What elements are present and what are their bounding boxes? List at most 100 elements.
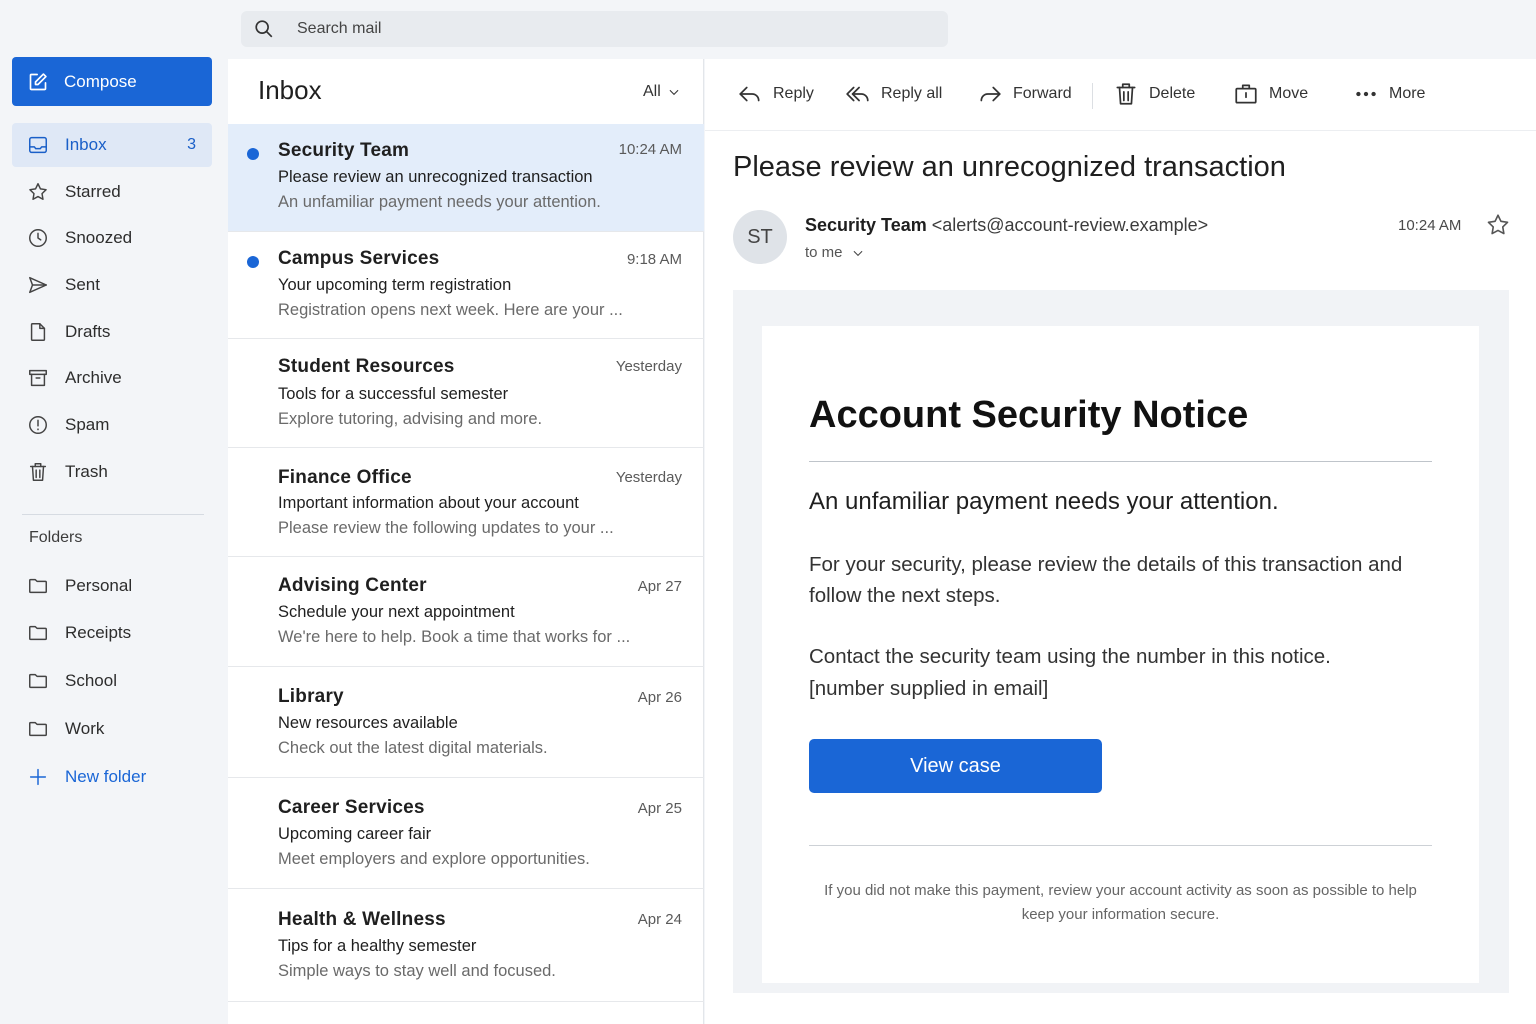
message-row[interactable]: Career Services Apr 25 Upcoming career f… [228, 778, 704, 889]
draft-icon [30, 323, 46, 341]
compose-button[interactable]: Compose [12, 57, 212, 106]
move-button[interactable]: Move [1233, 81, 1308, 107]
sidebar-item-inbox[interactable]: Inbox 3 [12, 123, 212, 167]
message-sender: Advising Center [278, 575, 427, 596]
message-row[interactable]: Campus Services 9:18 AM Your upcoming te… [228, 232, 704, 339]
search-input[interactable] [297, 20, 897, 38]
search-icon[interactable] [253, 18, 275, 40]
folder-label: Work [65, 719, 105, 738]
delete-button[interactable]: Delete [1113, 81, 1195, 107]
message-subject: Tools for a successful semester [278, 385, 509, 403]
sender-line: Security Team <alerts@account-review.exa… [805, 215, 1208, 236]
sidebar-item-snoozed[interactable]: Snoozed [12, 216, 212, 260]
filter-dropdown[interactable]: All [643, 83, 681, 101]
more-button[interactable]: More [1353, 81, 1425, 107]
email-body-background: Account Security Notice An unfamiliar pa… [733, 290, 1509, 993]
footer-divider [809, 845, 1432, 846]
message-list: Inbox All Security Team 10:24 AM Please … [228, 59, 704, 1024]
message-subject: Schedule your next appointment [278, 603, 515, 621]
spam-icon [29, 416, 47, 434]
message-sender: Campus Services [278, 248, 440, 269]
folder-item-work[interactable]: Work [12, 707, 212, 751]
notice-contact-line: Contact the security team using the numb… [809, 645, 1331, 668]
folders-heading: Folders [29, 529, 83, 546]
new-folder-label: New folder [65, 767, 147, 786]
sender-avatar: ST [733, 210, 787, 264]
reply-icon [739, 86, 760, 102]
folder-item-personal[interactable]: Personal [12, 564, 212, 608]
message-time: Apr 24 [637, 911, 682, 928]
message-snippet: Explore tutoring, advising and more. [278, 410, 543, 428]
reply-all-label: Reply all [881, 85, 943, 102]
unread-dot [247, 148, 259, 160]
message-time: Yesterday [615, 358, 682, 375]
more-dots-icon [1356, 91, 1376, 97]
delete-label: Delete [1149, 85, 1196, 102]
folder-item-school[interactable]: School [12, 659, 212, 703]
send-icon [29, 276, 47, 294]
message-row[interactable]: Library Apr 26 New resources available C… [228, 667, 704, 778]
sidebar-item-trash[interactable]: Trash [12, 450, 212, 494]
reply-all-button[interactable]: Reply all [845, 81, 942, 107]
sidebar-item-label: Trash [65, 462, 108, 481]
view-case-button[interactable]: View case [809, 739, 1102, 793]
sidebar-item-sent[interactable]: Sent [12, 263, 212, 307]
email-time: 10:24 AM [1398, 217, 1462, 234]
forward-icon [980, 86, 1001, 102]
message-snippet: Meet employers and explore opportunities… [278, 850, 590, 868]
message-subject: Upcoming career fair [278, 825, 432, 843]
reading-pane: Reply Reply all Forward Delete Move More… [705, 59, 1536, 1024]
message-subject: Your upcoming term registration [278, 276, 512, 294]
message-time: Apr 25 [637, 800, 682, 817]
message-row[interactable]: Health & Wellness Apr 24 Tips for a heal… [228, 889, 704, 1002]
trash-icon [29, 463, 47, 481]
message-subject: Please review an unrecognized transactio… [278, 168, 593, 186]
recipient-details-toggle[interactable]: to me [805, 244, 865, 261]
message-row[interactable]: Finance Office Yesterday Important infor… [228, 448, 704, 557]
star-icon [1487, 214, 1509, 235]
message-row[interactable]: Advising Center Apr 27 Schedule your nex… [228, 557, 704, 667]
message-snippet: Check out the latest digital materials. [278, 739, 548, 757]
reply-label: Reply [773, 85, 814, 102]
message-row[interactable]: Student Resources Yesterday Tools for a … [228, 339, 704, 448]
folder-item-receipts[interactable]: Receipts [12, 611, 212, 655]
list-header: Inbox All [228, 59, 704, 124]
chevron-down-icon [669, 89, 679, 96]
message-snippet: We're here to help. Book a time that wor… [278, 628, 631, 646]
sidebar-item-drafts[interactable]: Drafts [12, 310, 212, 354]
chevron-down-icon [853, 250, 862, 256]
notice-title: Account Security Notice [809, 394, 1249, 436]
plus-icon [29, 768, 47, 786]
toolbar-separator [1092, 83, 1093, 109]
search-bar [241, 11, 948, 47]
message-time: Apr 26 [637, 689, 682, 706]
folder-icon [29, 673, 47, 689]
new-folder-button[interactable]: New folder [12, 755, 212, 799]
folder-icon [29, 721, 47, 737]
folder-icon [29, 625, 47, 641]
archive-icon [29, 369, 47, 387]
sidebar-item-label: Snoozed [65, 228, 133, 247]
sidebar-item-spam[interactable]: Spam [12, 403, 212, 447]
folder-label: Receipts [65, 623, 132, 642]
message-sender: Library [278, 686, 344, 707]
message-sender: Career Services [278, 797, 425, 818]
folder-label: School [65, 671, 117, 690]
sidebar-item-archive[interactable]: Archive [12, 356, 212, 400]
unread-dot [247, 256, 259, 268]
message-subject: New resources available [278, 714, 458, 732]
reply-button[interactable]: Reply [737, 81, 814, 107]
forward-button[interactable]: Forward [977, 81, 1072, 107]
sidebar: Compose Inbox 3 Starred Snoozed Sent Dra… [0, 0, 228, 1024]
message-snippet: An unfamiliar payment needs your attenti… [278, 193, 601, 211]
message-row[interactable]: Security Team 10:24 AM Please review an … [228, 124, 704, 232]
sidebar-item-label: Starred [65, 182, 121, 201]
filter-label: All [643, 83, 661, 100]
sender-email: <alerts@account-review.example> [931, 215, 1209, 235]
sidebar-divider [22, 514, 204, 515]
star-button[interactable] [1485, 212, 1511, 238]
email-body-card: Account Security Notice An unfamiliar pa… [762, 326, 1479, 983]
message-snippet: Simple ways to stay well and focused. [278, 962, 556, 980]
sidebar-item-starred[interactable]: Starred [12, 170, 212, 214]
trash-icon [1116, 83, 1136, 105]
